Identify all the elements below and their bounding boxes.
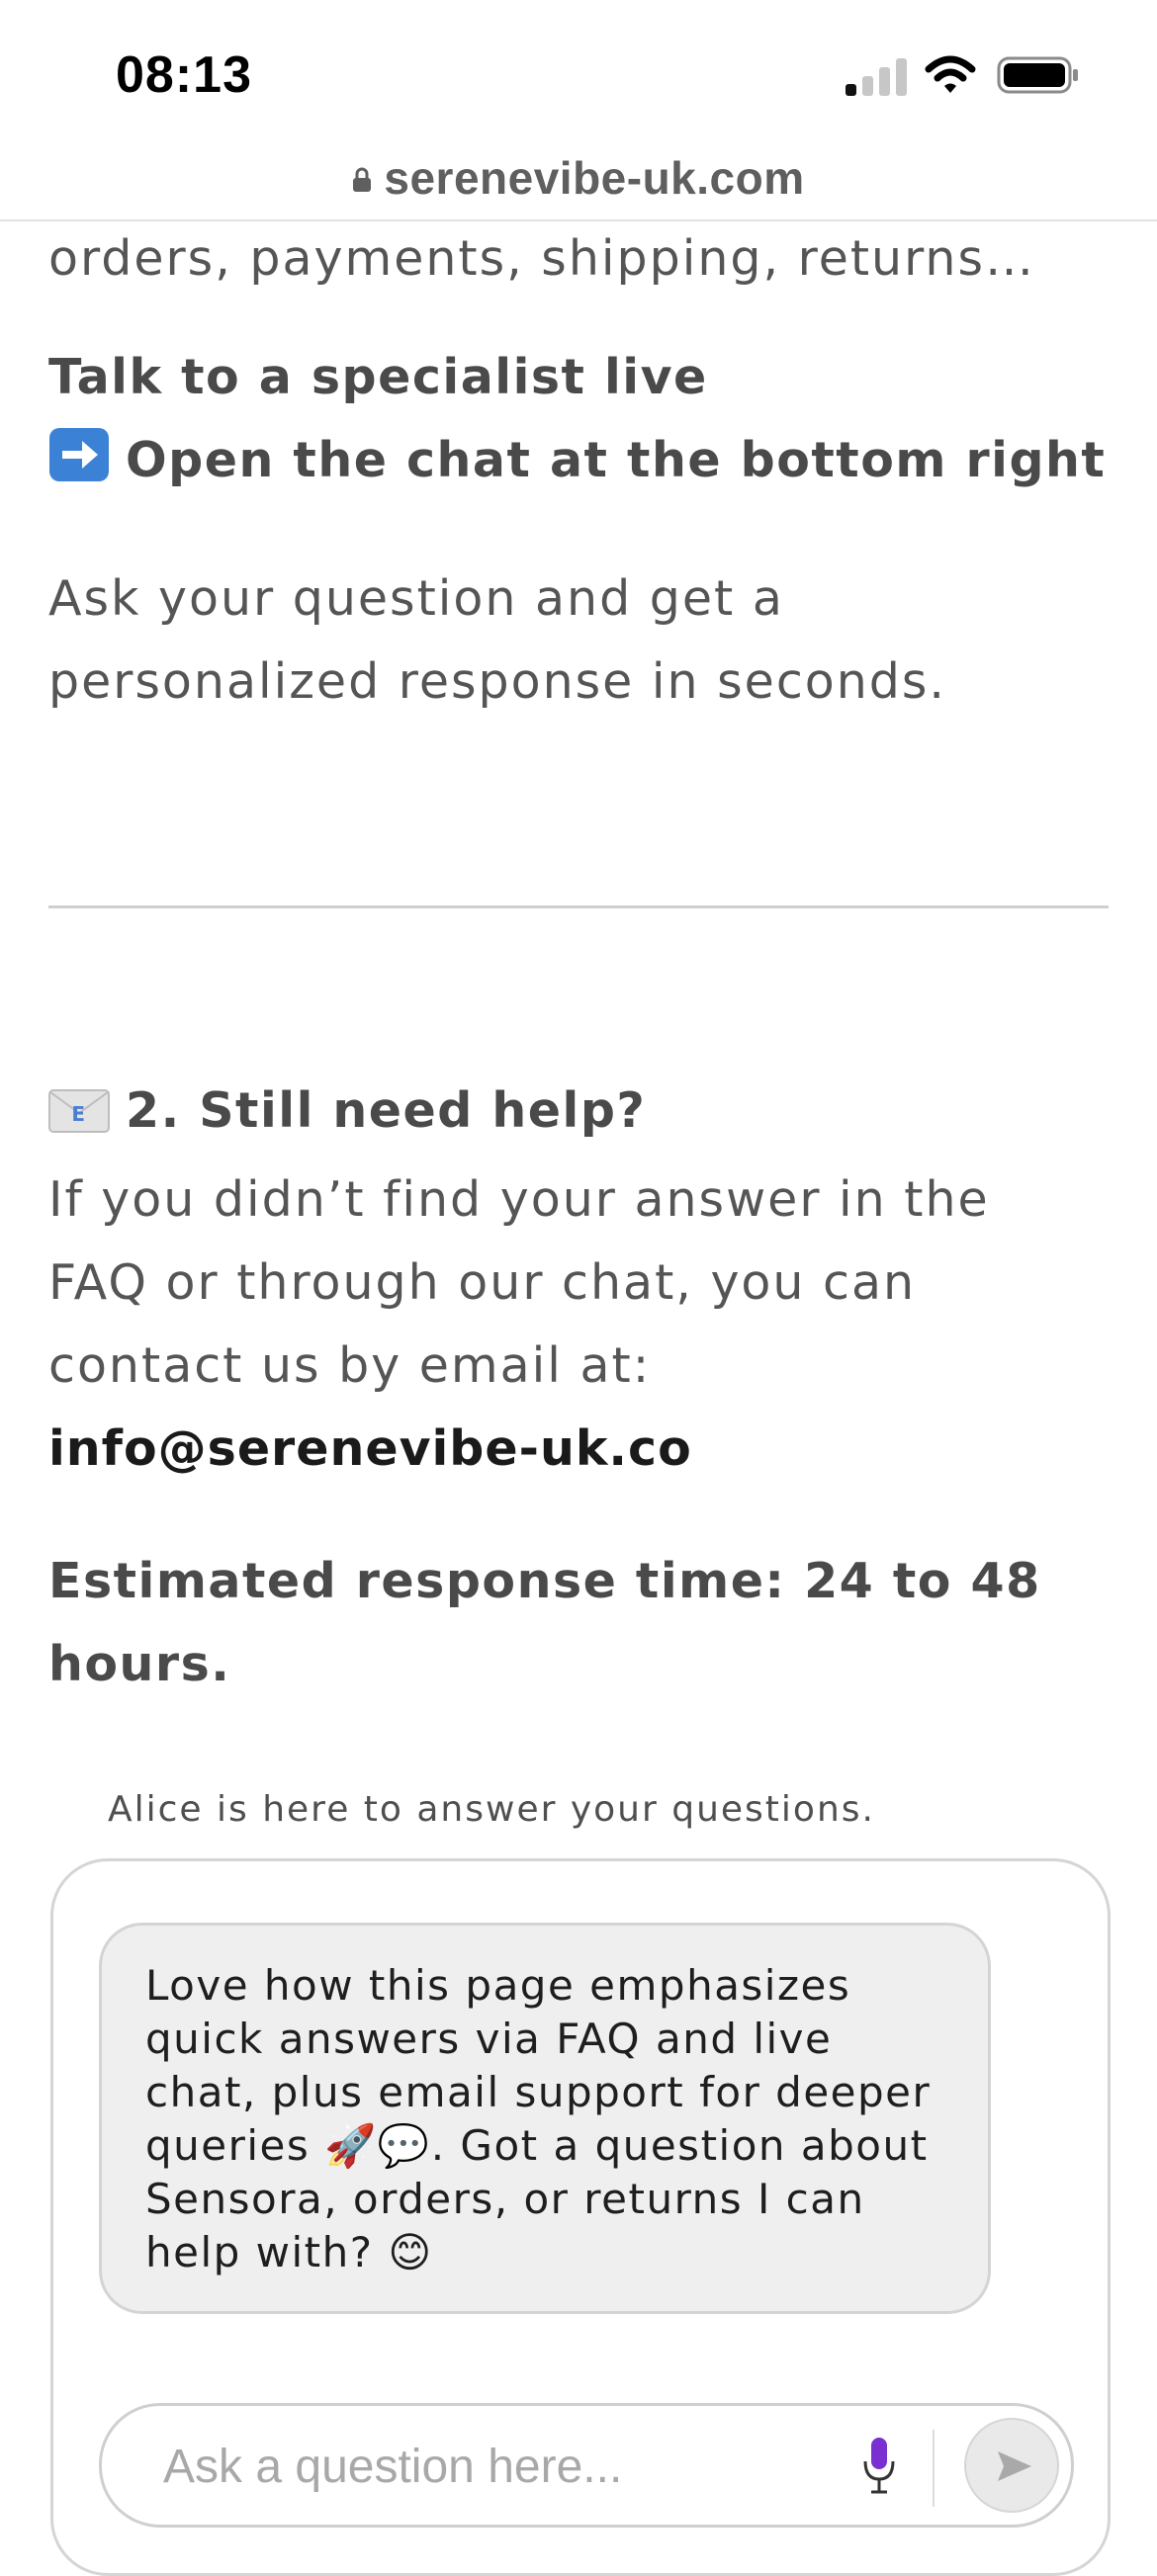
assistant-message: Love how this page emphasizes quick answ… bbox=[99, 1923, 991, 2314]
send-icon bbox=[998, 2451, 1031, 2481]
address-bar[interactable]: serenevibe-uk.com bbox=[0, 148, 1157, 221]
wifi-icon bbox=[925, 55, 976, 93]
live-body-line1: Ask your question and get a bbox=[48, 570, 784, 627]
live-heading: Talk to a specialist live bbox=[48, 349, 708, 405]
mic-icon bbox=[863, 2438, 895, 2494]
chat-caption: Alice is here to answer your questions. bbox=[108, 1789, 875, 1830]
mic-button[interactable] bbox=[861, 2436, 897, 2495]
section-divider bbox=[48, 905, 1109, 908]
svg-text:E: E bbox=[71, 1102, 86, 1126]
url-text: serenevibe-uk.com bbox=[384, 152, 805, 204]
live-body-line2: personalized response in seconds. bbox=[48, 653, 946, 710]
send-button[interactable] bbox=[964, 2418, 1059, 2513]
page-content: orders, payments, shipping, returns… Tal… bbox=[48, 221, 1109, 724]
live-cta-text: Open the chat at the bottom right bbox=[126, 432, 1107, 488]
top-line: orders, payments, shipping, returns… bbox=[48, 230, 1035, 287]
section2-heading-row: E 2. Still need help? bbox=[48, 1070, 1109, 1159]
input-separator bbox=[933, 2430, 934, 2507]
support-email-link[interactable]: info@serenevibe-uk.co bbox=[48, 1408, 1109, 1491]
section2-heading: 2. Still need help? bbox=[126, 1082, 647, 1139]
live-cta: Open the chat at the bottom right bbox=[48, 419, 1109, 508]
envelope-icon: E bbox=[48, 1075, 110, 1159]
signal-icon bbox=[846, 56, 907, 96]
section2-body-line2: FAQ or through our chat, you can bbox=[48, 1254, 917, 1311]
battery-icon bbox=[997, 56, 1078, 94]
chat-input-bar bbox=[99, 2403, 1074, 2528]
chat-input[interactable] bbox=[161, 2426, 838, 2507]
response-time-line2: hours. bbox=[48, 1636, 231, 1692]
response-time-line1: Estimated response time: 24 to 48 bbox=[48, 1553, 1041, 1609]
chat-widget: Love how this page emphasizes quick answ… bbox=[50, 1858, 1111, 2576]
status-bar: 08:13 bbox=[0, 0, 1157, 148]
section2-body-line1: If you didn’t find your answer in the bbox=[48, 1171, 990, 1228]
status-time: 08:13 bbox=[116, 46, 252, 104]
arrow-right-icon bbox=[48, 425, 110, 508]
section2-body-line3: contact us by email at: bbox=[48, 1337, 652, 1394]
lock-icon bbox=[353, 167, 372, 192]
section-2: E 2. Still need help? If you didn’t find… bbox=[48, 1070, 1109, 1706]
